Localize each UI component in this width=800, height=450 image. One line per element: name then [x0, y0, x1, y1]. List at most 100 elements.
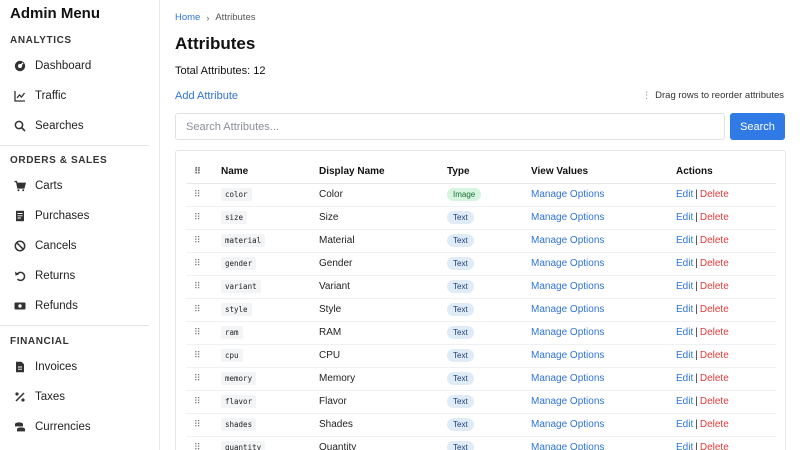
delete-link[interactable]: Delete — [700, 396, 729, 407]
edit-link[interactable]: Edit — [676, 396, 693, 407]
drag-handle-icon[interactable]: ⠿ — [186, 344, 221, 368]
drag-handle-icon[interactable]: ⠿ — [186, 413, 221, 437]
sidebar-item-taxes[interactable]: Taxes — [0, 384, 159, 410]
delete-link[interactable]: Delete — [700, 235, 729, 246]
edit-link[interactable]: Edit — [676, 212, 693, 223]
header-name: Name — [221, 161, 319, 184]
attribute-display-name: Color — [319, 183, 447, 207]
manage-options-link[interactable]: Manage Options — [531, 212, 604, 223]
drag-handle-icon[interactable]: ⠿ — [186, 252, 221, 276]
drag-handle-icon[interactable]: ⠿ — [186, 436, 221, 450]
table-row[interactable]: ⠿ ram RAM Text Manage Options Edit | Delete — [186, 321, 776, 345]
sidebar-divider — [0, 145, 149, 146]
sidebar-item-dashboard[interactable]: Dashboard — [0, 53, 159, 79]
delete-link[interactable]: Delete — [700, 258, 729, 269]
table-row[interactable]: ⠿ size Size Text Manage Options Edit | Delete — [186, 206, 776, 230]
edit-link[interactable]: Edit — [676, 327, 693, 338]
edit-link[interactable]: Edit — [676, 350, 693, 361]
action-separator: | — [695, 189, 698, 200]
edit-link[interactable]: Edit — [676, 235, 693, 246]
search-button[interactable]: Search — [730, 113, 785, 140]
header-view-values: View Values — [531, 161, 676, 184]
action-separator: | — [695, 235, 698, 246]
sidebar-item-refunds[interactable]: Refunds — [0, 293, 159, 319]
drag-hint-text: Drag rows to reorder attributes — [655, 90, 784, 101]
drag-handle-icon[interactable]: ⠿ — [186, 298, 221, 322]
manage-options-link[interactable]: Manage Options — [531, 258, 604, 269]
table-row[interactable]: ⠿ memory Memory Text Manage Options Edit | Dele… — [186, 367, 776, 391]
delete-link[interactable]: Delete — [700, 189, 729, 200]
manage-options-link[interactable]: Manage Options — [531, 373, 604, 384]
sidebar-item-searches[interactable]: Searches — [0, 113, 159, 139]
page-title: Attributes — [175, 34, 256, 53]
attribute-display-name: Gender — [319, 252, 447, 276]
table-row[interactable]: ⠿ material Material Text Manage Options Edit |… — [186, 229, 776, 253]
delete-link[interactable]: Delete — [700, 350, 729, 361]
manage-options-link[interactable]: Manage Options — [531, 304, 604, 315]
drag-handle-icon[interactable]: ⠿ — [186, 183, 221, 207]
table-row[interactable]: ⠿ flavor Flavor Text Manage Options Edit | Dele… — [186, 390, 776, 414]
edit-link[interactable]: Edit — [676, 419, 693, 430]
edit-link[interactable]: Edit — [676, 281, 693, 292]
edit-link[interactable]: Edit — [676, 189, 693, 200]
search-input[interactable] — [175, 113, 725, 140]
add-attribute-link[interactable]: Add Attribute — [175, 90, 238, 102]
attribute-code: shades — [221, 418, 257, 431]
manage-options-link[interactable]: Manage Options — [531, 350, 604, 361]
edit-link[interactable]: Edit — [676, 304, 693, 315]
attribute-code: quantity — [221, 441, 266, 450]
sidebar-item-label: Cancels — [35, 240, 77, 252]
drag-handle-icon[interactable]: ⠿ — [186, 229, 221, 253]
chart-line-icon — [14, 90, 26, 102]
sidebar: Admin Menu ANALYTICS Dashboard Traffic S… — [0, 0, 160, 450]
table-row[interactable]: ⠿ style Style Text Manage Options Edit | Delete — [186, 298, 776, 322]
manage-options-link[interactable]: Manage Options — [531, 396, 604, 407]
table-row[interactable]: ⠿ shades Shades Text Manage Options Edit | Dele… — [186, 413, 776, 437]
delete-link[interactable]: Delete — [700, 327, 729, 338]
sidebar-item-returns[interactable]: Returns — [0, 263, 159, 289]
delete-link[interactable]: Delete — [700, 419, 729, 430]
total-attributes-count: Total Attributes: 12 — [175, 65, 266, 77]
type-badge: Text — [447, 280, 474, 293]
table-row[interactable]: ⠿ variant Variant Text Manage Options Edit | De… — [186, 275, 776, 299]
invoice-icon — [14, 361, 26, 373]
percent-icon — [14, 391, 26, 403]
table-row[interactable]: ⠿ color Color Image Manage Options Edit | Delet… — [186, 183, 776, 207]
attribute-code: memory — [221, 372, 257, 385]
sidebar-item-carts[interactable]: Carts — [0, 173, 159, 199]
delete-link[interactable]: Delete — [700, 212, 729, 223]
attribute-display-name: Quantity — [319, 436, 447, 450]
delete-link[interactable]: Delete — [700, 373, 729, 384]
sidebar-item-purchases[interactable]: Purchases — [0, 203, 159, 229]
sidebar-item-currencies[interactable]: Currencies — [0, 414, 159, 440]
sidebar-item-cancels[interactable]: Cancels — [0, 233, 159, 259]
breadcrumb-separator: › — [206, 12, 210, 23]
manage-options-link[interactable]: Manage Options — [531, 189, 604, 200]
action-separator: | — [695, 442, 698, 450]
manage-options-link[interactable]: Manage Options — [531, 442, 604, 450]
delete-link[interactable]: Delete — [700, 442, 729, 450]
manage-options-link[interactable]: Manage Options — [531, 327, 604, 338]
edit-link[interactable]: Edit — [676, 373, 693, 384]
header-actions: Actions — [676, 161, 776, 184]
delete-link[interactable]: Delete — [700, 304, 729, 315]
table-row[interactable]: ⠿ cpu CPU Text Manage Options Edit | Delete — [186, 344, 776, 368]
edit-link[interactable]: Edit — [676, 258, 693, 269]
manage-options-link[interactable]: Manage Options — [531, 281, 604, 292]
sidebar-item-invoices[interactable]: Invoices — [0, 354, 159, 380]
drag-handle-icon[interactable]: ⠿ — [186, 321, 221, 345]
attribute-display-name: Style — [319, 298, 447, 322]
drag-handle-icon[interactable]: ⠿ — [186, 390, 221, 414]
attribute-display-name: Flavor — [319, 390, 447, 414]
delete-link[interactable]: Delete — [700, 281, 729, 292]
sidebar-item-traffic[interactable]: Traffic — [0, 83, 159, 109]
table-row[interactable]: ⠿ quantity Quantity Text Manage Options Edit |… — [186, 436, 776, 450]
edit-link[interactable]: Edit — [676, 442, 693, 450]
manage-options-link[interactable]: Manage Options — [531, 419, 604, 430]
drag-handle-icon[interactable]: ⠿ — [186, 367, 221, 391]
drag-handle-icon[interactable]: ⠿ — [186, 275, 221, 299]
table-row[interactable]: ⠿ gender Gender Text Manage Options Edit | Dele… — [186, 252, 776, 276]
manage-options-link[interactable]: Manage Options — [531, 235, 604, 246]
breadcrumb-home-link[interactable]: Home — [175, 12, 200, 23]
drag-handle-icon[interactable]: ⠿ — [186, 206, 221, 230]
